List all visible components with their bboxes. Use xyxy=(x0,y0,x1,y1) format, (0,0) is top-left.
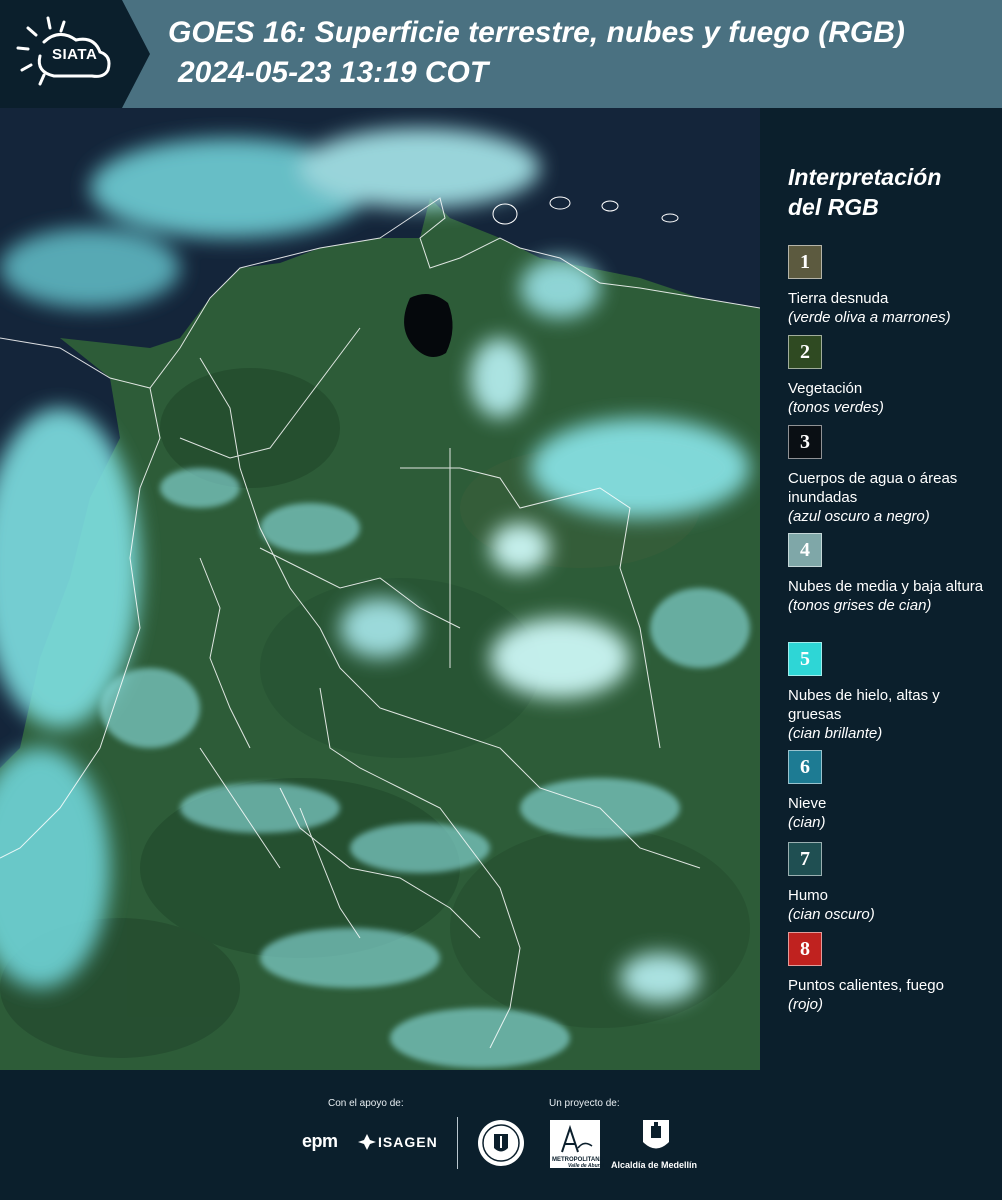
map-image xyxy=(0,108,760,1070)
legend-title-line1: Interpretación xyxy=(788,164,942,190)
university-seal-icon xyxy=(478,1120,524,1166)
isagen-logo-icon xyxy=(358,1134,376,1150)
legend-note: (cian) xyxy=(788,814,826,831)
area-valle-text: Valle de Aburrá xyxy=(568,1163,605,1169)
legend-item-vegetation: 2 Vegetación (tonos verdes) xyxy=(788,335,993,417)
legend-item-mid-low-clouds: 4 Nubes de media y baja altura (tonos gr… xyxy=(788,533,993,615)
support-label: Con el apoyo de: xyxy=(328,1098,404,1109)
legend-swatch: 2 xyxy=(788,335,822,369)
legend-label: Tierra desnuda xyxy=(788,290,889,307)
legend-note: (cian oscuro) xyxy=(788,906,875,923)
legend-label: Vegetación xyxy=(788,380,863,397)
legend-swatch: 4 xyxy=(788,533,822,567)
footer-divider xyxy=(457,1117,458,1169)
legend-item-fire: 8 Puntos calientes, fuego (rojo) xyxy=(788,932,993,1014)
legend-swatch: 1 xyxy=(788,245,822,279)
header-bar: SIATA GOES 16: Superficie terrestre, nub… xyxy=(0,0,1002,108)
legend-swatch: 5 xyxy=(788,642,822,676)
legend-label: Humo xyxy=(788,887,829,904)
legend-note: (tonos verdes) xyxy=(788,399,884,416)
legend-label: Cuerpos de agua o áreas inundadas xyxy=(788,470,958,506)
logo-text: SIATA xyxy=(52,46,98,63)
satellite-map xyxy=(0,108,760,1070)
legend-label: Nubes de media y baja altura xyxy=(788,578,984,595)
legend-note: (rojo) xyxy=(788,996,824,1013)
legend-item-water: 3 Cuerpos de agua o áreas inundadas (azu… xyxy=(788,425,993,526)
alcaldia-text: Alcaldía de Medellín xyxy=(611,1160,698,1170)
legend-item-bare-land: 1 Tierra desnuda (verde oliva a marrones… xyxy=(788,245,993,327)
project-label: Un proyecto de: xyxy=(549,1098,620,1109)
legend-swatch: 6 xyxy=(788,750,822,784)
legend-swatch: 8 xyxy=(788,932,822,966)
legend-title-line2: del RGB xyxy=(788,194,879,220)
legend-item-ice-clouds: 5 Nubes de hielo, altas y gruesas (cian … xyxy=(788,642,993,743)
legend-swatch: 3 xyxy=(788,425,822,459)
legend-note: (azul oscuro a negro) xyxy=(788,508,930,525)
legend-note: (tonos grises de cian) xyxy=(788,597,932,614)
alcaldia-shield-icon xyxy=(643,1120,669,1149)
legend-note: (cian brillante) xyxy=(788,725,883,742)
legend-item-smoke: 7 Humo (cian oscuro) xyxy=(788,842,993,924)
legend-item-snow: 6 Nieve (cian) xyxy=(788,750,993,832)
legend-label: Puntos calientes, fuego xyxy=(788,977,944,994)
legend-label: Nieve xyxy=(788,795,827,812)
page-subtitle: 2024-05-23 13:19 COT xyxy=(178,56,489,89)
epm-logo: epm xyxy=(302,1131,338,1151)
legend-label: Nubes de hielo, altas y gruesas xyxy=(788,687,940,723)
isagen-logo: ISAGEN xyxy=(378,1134,438,1150)
page-title: GOES 16: Superficie terrestre, nubes y f… xyxy=(168,16,905,49)
legend-swatch: 7 xyxy=(788,842,822,876)
legend-note: (verde oliva a marrones) xyxy=(788,309,951,326)
logo-block: SIATA xyxy=(0,0,150,108)
legend-title: Interpretación del RGB xyxy=(788,162,988,222)
